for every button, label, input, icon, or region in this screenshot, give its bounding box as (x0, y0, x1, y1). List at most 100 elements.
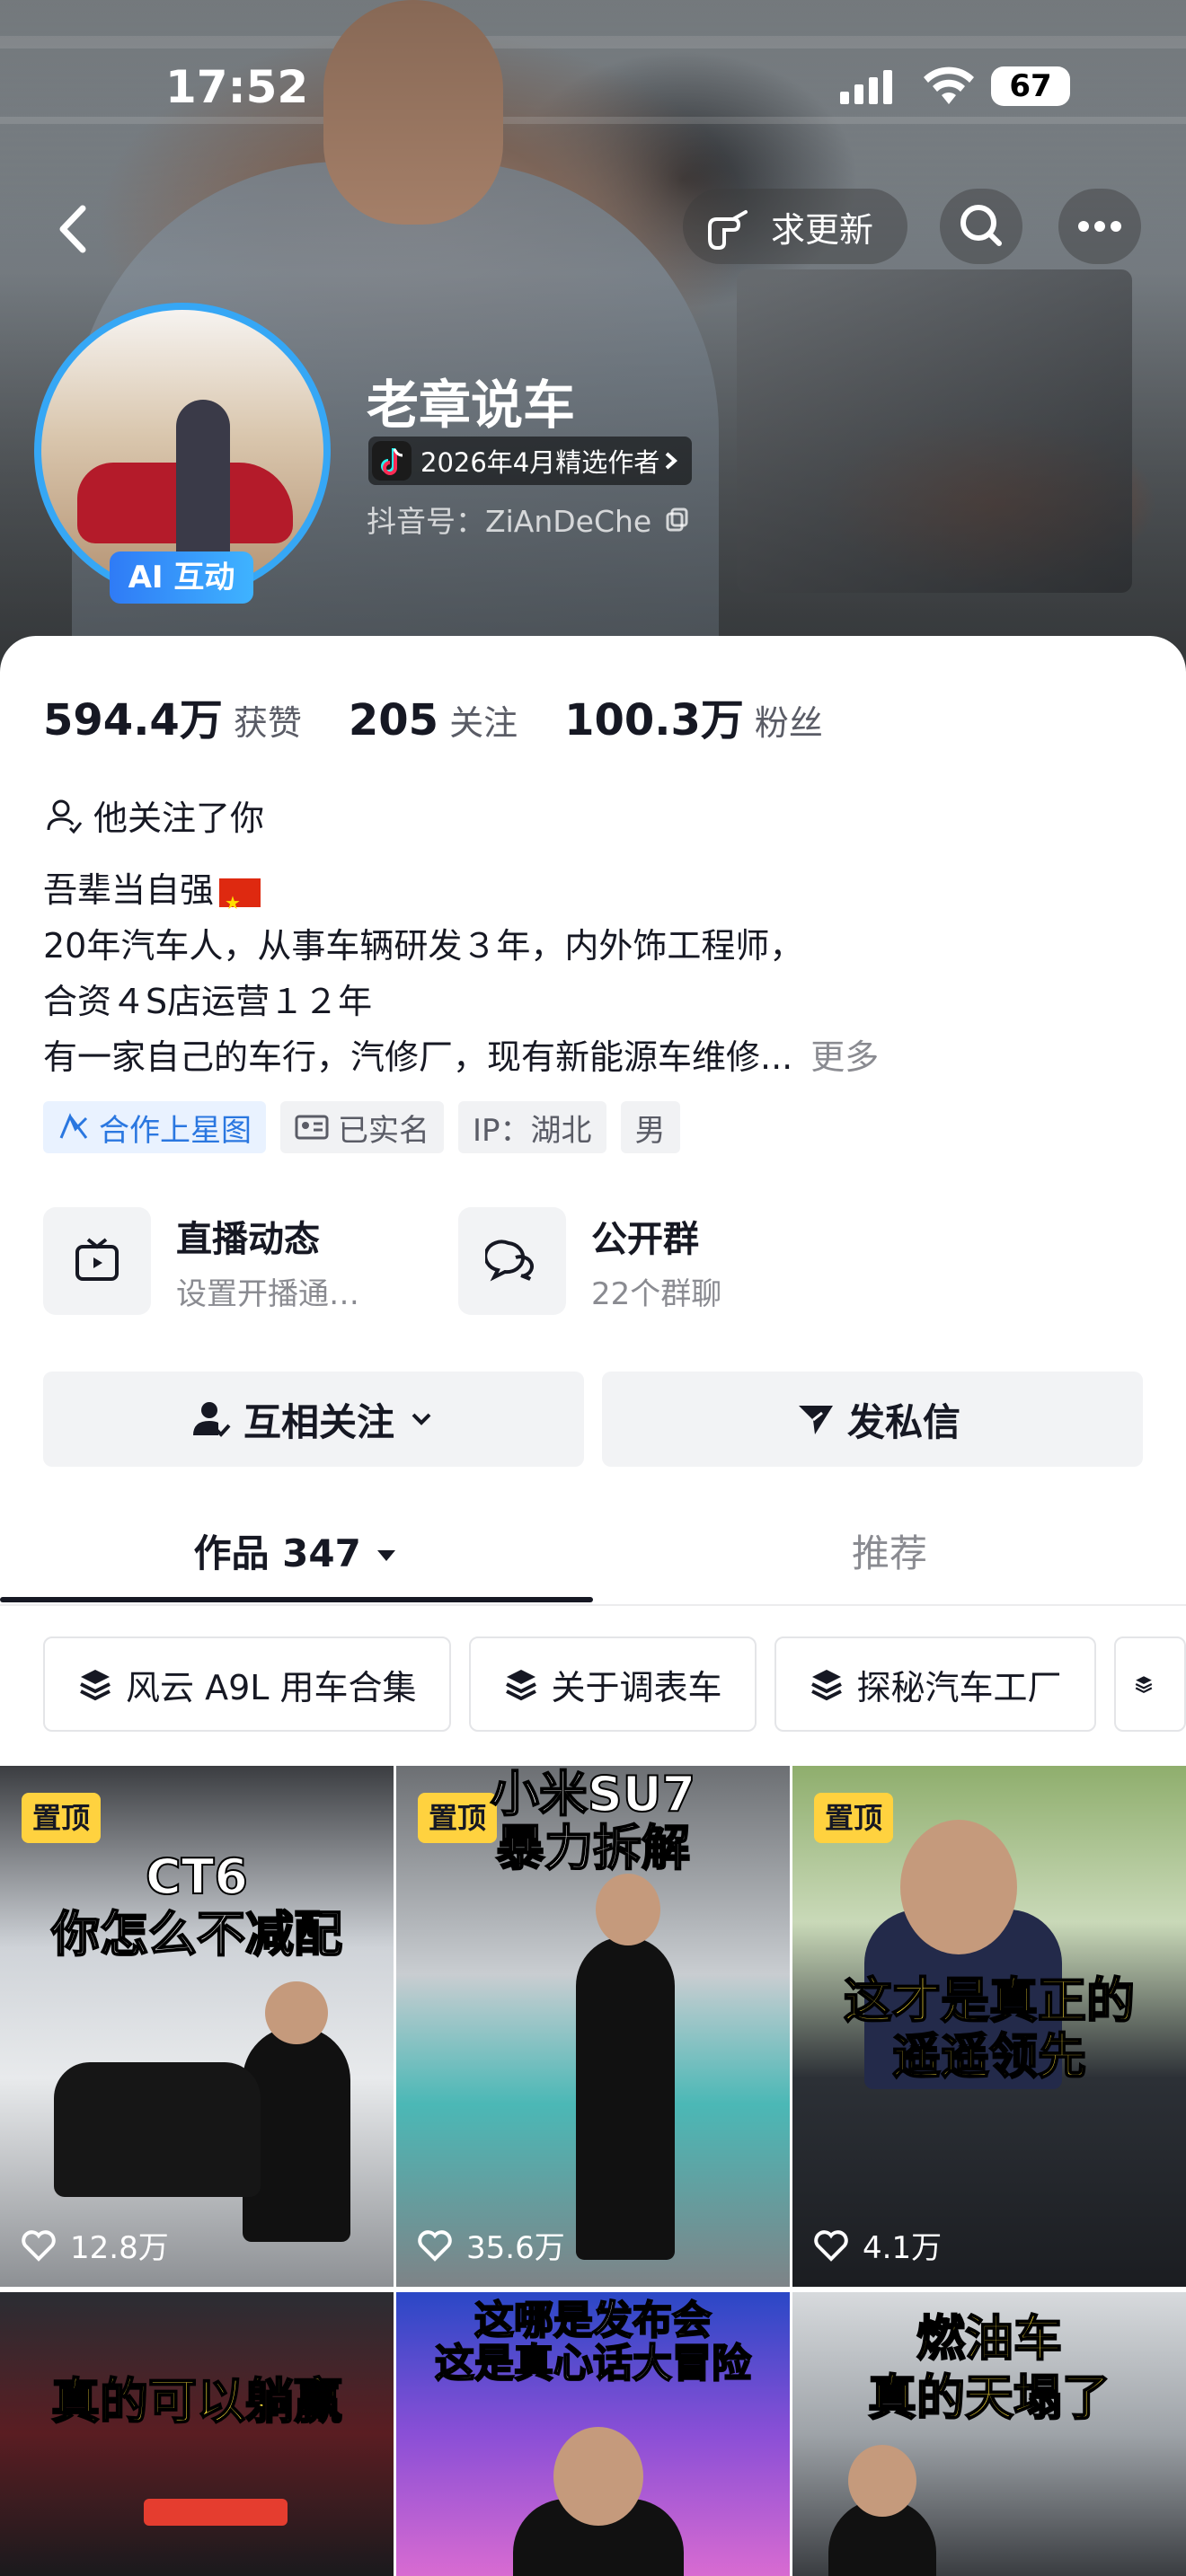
send-icon (798, 1406, 833, 1434)
tab-recommended[interactable]: 推荐 (593, 1509, 1186, 1599)
layers-icon (80, 1670, 111, 1701)
video-thumbnail[interactable]: 置顶 CT6 你怎么不减配 12.8万 (0, 1766, 394, 2287)
bio-line: 合资４S店运营１２年 (43, 982, 373, 1021)
chat-bubbles-icon (458, 1207, 566, 1315)
video-title-line: 燃油车 (916, 2309, 1063, 2368)
video-likes: 4.1万 (812, 2223, 942, 2267)
video-thumbnail[interactable]: 真的可以躺赢 (0, 2292, 394, 2576)
following-count[interactable]: 205 (349, 695, 438, 745)
content-tabs: 作品 347 推荐 (0, 1509, 1186, 1608)
status-time: 17:52 (165, 61, 309, 113)
profile-name: 老章说车 (367, 375, 576, 436)
layers-icon (1135, 1676, 1152, 1694)
video-likes: 12.8万 (20, 2223, 169, 2267)
collection-chips: 风云 A9L 用车合集 关于调表车 探秘汽车工厂 (43, 1636, 1186, 1734)
person-check-icon (192, 1402, 231, 1437)
bio[interactable]: 吾辈当自强 20年汽车人，从事车辆研发３年，内外饰工程师， 合资４S店运营１２年… (43, 862, 879, 1085)
request-update-button[interactable]: 求更新 (683, 189, 907, 264)
video-title-line: 暴力拆解 (495, 1819, 691, 1877)
video-person-face (596, 1874, 660, 1945)
tag-verified: 已实名 (280, 1101, 444, 1153)
live-updates-title: 直播动态 (176, 1218, 320, 1260)
active-tab-indicator (0, 1597, 593, 1602)
avatar-person (176, 400, 230, 561)
copy-icon (666, 507, 688, 532)
status-bar: 17:52 67 (0, 54, 1186, 117)
follows-you-indicator: 他关注了你 (43, 790, 264, 840)
follows-you-text: 他关注了你 (93, 798, 265, 838)
person-icon (47, 799, 83, 834)
pointing-hand-icon (708, 210, 748, 250)
video-person (576, 1936, 675, 2260)
profile-tags: 合作上星图 已实名 IP：湖北 男 (43, 1101, 680, 1153)
request-update-label: 求更新 (771, 209, 874, 250)
video-title-line: 这是真心话大冒险 (434, 2340, 752, 2387)
heart-icon (418, 2229, 452, 2262)
video-thumbnail[interactable]: 燃油车 真的天塌了 (792, 2292, 1186, 2576)
profile-stats: 594.4万 获赞 205 关注 100.3万 粉丝 (43, 684, 870, 747)
pinned-badge: 置顶 (22, 1793, 102, 1843)
pinned-badge: 置顶 (814, 1793, 894, 1843)
caret-down-icon (377, 1550, 396, 1561)
video-title-line: 你怎么不减配 (50, 1905, 343, 1963)
public-group-subtitle: 22个群聊 (591, 1275, 722, 1312)
tv-icon (43, 1207, 151, 1315)
mutual-follow-button[interactable]: 互相关注 (43, 1372, 584, 1467)
live-updates-entry[interactable]: 直播动态 设置开播通… (43, 1207, 359, 1315)
send-message-button[interactable]: 发私信 (602, 1372, 1143, 1467)
collection-chip[interactable]: 风云 A9L 用车合集 (43, 1636, 451, 1732)
video-title-line: 真的可以躺赢 (50, 2372, 343, 2430)
likes-label: 获赞 (233, 703, 302, 743)
tag-gender: 男 (620, 1101, 680, 1153)
followers-label: 粉丝 (754, 703, 823, 743)
chevron-left-icon (59, 205, 86, 253)
chevron-right-icon (665, 452, 678, 470)
more-button[interactable] (1058, 189, 1141, 264)
cellular-signal-icon (840, 70, 892, 104)
tag-star-map[interactable]: 合作上星图 (43, 1101, 266, 1153)
public-group-entry[interactable]: 公开群 22个群聊 (458, 1207, 721, 1315)
layers-icon (810, 1670, 842, 1701)
public-group-title: 公开群 (591, 1218, 699, 1260)
more-dots-icon (1078, 221, 1121, 232)
wifi-icon (924, 66, 974, 104)
douyin-id[interactable]: 抖音号：ZiAnDeChe (367, 498, 691, 541)
heart-icon (814, 2229, 848, 2262)
china-flag-icon (219, 875, 261, 931)
featured-author-label: 2026年4月精选作者 (420, 447, 660, 478)
video-person-face (900, 1820, 1017, 1954)
video-thumbnail[interactable]: 置顶 这才是真正的 遥遥领先 4.1万 (792, 1766, 1186, 2287)
video-likes: 35.6万 (416, 2223, 565, 2267)
video-title-line: 真的天塌了 (867, 2369, 1111, 2427)
followers-count[interactable]: 100.3万 (564, 684, 744, 747)
video-thumbnail[interactable]: 置顶 小米SU7 暴力拆解 35.6万 (396, 1766, 790, 2287)
tab-works[interactable]: 作品 347 (0, 1509, 593, 1599)
ai-interact-badge[interactable]: AI 互动 (110, 551, 253, 604)
search-icon (960, 205, 1002, 246)
bio-line: 吾辈当自强 (43, 870, 215, 910)
video-person-face (553, 2427, 643, 2526)
video-person-face (848, 2445, 916, 2517)
video-title-line: CT6 (145, 1848, 249, 1906)
featured-author-badge[interactable]: 2026年4月精选作者 (368, 437, 693, 485)
video-taillight (144, 2499, 288, 2526)
layers-icon (505, 1670, 536, 1701)
video-title-line: 小米SU7 (490, 1766, 696, 1823)
douyin-id-text: 抖音号：ZiAnDeChe (367, 504, 652, 539)
bio-more-link[interactable]: 更多 (810, 1037, 879, 1077)
video-title-line: 遥遥领先 (891, 2027, 1087, 2086)
collection-chip[interactable] (1113, 1636, 1186, 1732)
following-label: 关注 (449, 703, 518, 743)
bio-line: 20年汽车人，从事车辆研发３年，内外饰工程师， (43, 926, 804, 966)
heart-icon (22, 2229, 56, 2262)
collection-chip[interactable]: 探秘汽车工厂 (774, 1636, 1096, 1732)
tab-divider (0, 1604, 1186, 1606)
id-card-icon (295, 1115, 329, 1140)
video-thumbnail[interactable]: 这哪是发布会 这是真心话大冒险 (396, 2292, 790, 2576)
live-updates-subtitle: 设置开播通… (176, 1275, 359, 1312)
likes-count[interactable]: 594.4万 (43, 684, 223, 747)
collection-chip[interactable]: 关于调表车 (468, 1636, 757, 1732)
search-button[interactable] (940, 189, 1022, 264)
back-button[interactable] (47, 189, 128, 269)
chevron-down-icon (412, 1413, 431, 1425)
